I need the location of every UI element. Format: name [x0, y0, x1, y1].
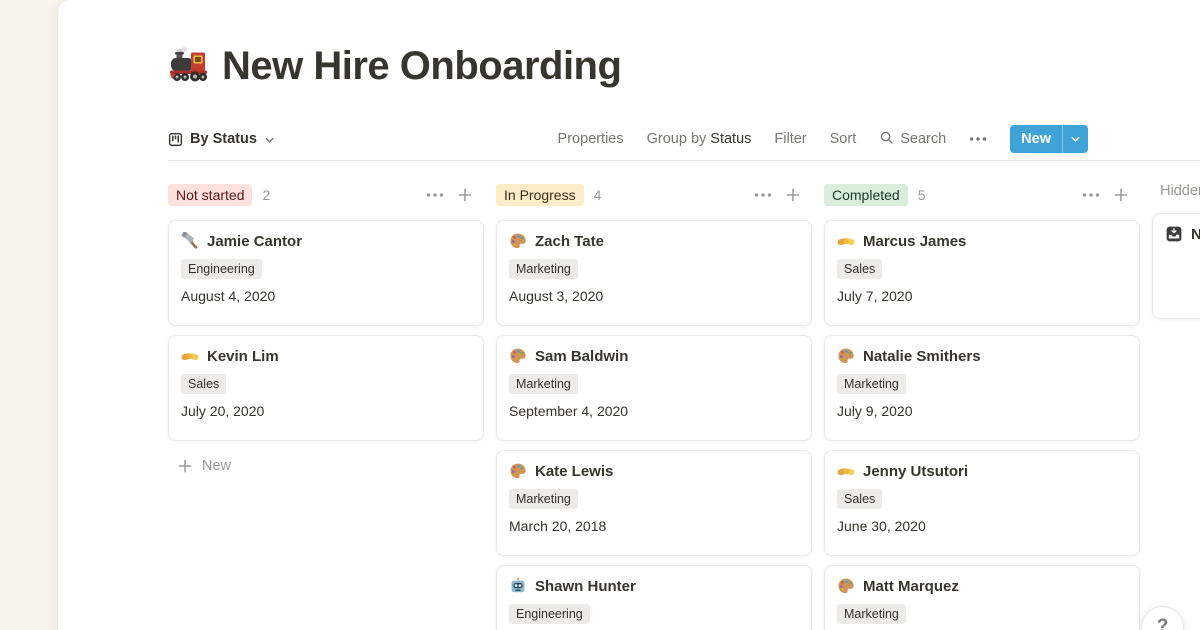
handshake-icon [181, 347, 199, 365]
start-date: June 30, 2020 [837, 518, 1127, 534]
card-marcus-james[interactable]: Marcus James Sales July 7, 2020 [824, 220, 1140, 326]
page-title[interactable]: New Hire Onboarding [222, 42, 621, 90]
department-tag: Engineering [509, 604, 590, 624]
more-options-button[interactable] [969, 136, 987, 142]
chevron-down-icon [264, 135, 275, 146]
card-zach-tate[interactable]: Zach Tate Marketing August 3, 2020 [496, 220, 812, 326]
properties-button[interactable]: Properties [558, 131, 624, 147]
department-tag: Sales [837, 489, 882, 509]
group-count: 5 [918, 187, 926, 203]
group-add-icon[interactable] [785, 187, 801, 203]
card-title: Zach Tate [535, 233, 604, 250]
notion-page-panel: New Hire Onboarding By Status Properties… [58, 0, 1200, 630]
handshake-icon [837, 232, 855, 250]
hidden-groups-toggle[interactable]: Hidden [1152, 183, 1200, 199]
department-tag: Marketing [837, 374, 906, 394]
group-badge[interactable]: Not started [168, 184, 252, 206]
department-tag: Marketing [509, 259, 578, 279]
search-icon [879, 130, 894, 149]
toolbar-divider [168, 160, 1200, 161]
add-card-button[interactable]: New [168, 458, 484, 474]
card-title: Sam Baldwin [535, 348, 628, 365]
card-title: Jenny Utsutori [863, 463, 968, 480]
view-switcher[interactable]: By Status [168, 131, 275, 147]
card-kevin-lim[interactable]: Kevin Lim Sales July 20, 2020 [168, 335, 484, 441]
group-add-icon[interactable] [1113, 187, 1129, 203]
train-icon [168, 45, 210, 87]
palette-icon [837, 577, 855, 595]
group-more-icon[interactable] [426, 192, 444, 198]
card-title: Shawn Hunter [535, 578, 636, 595]
start-date: July 7, 2020 [837, 288, 1127, 304]
palette-icon [509, 462, 527, 480]
group-add-icon[interactable] [457, 187, 473, 203]
start-date: March 20, 2018 [509, 518, 799, 534]
palette-icon [509, 232, 527, 250]
group-badge[interactable]: Completed [824, 184, 908, 206]
card-title: N [1191, 226, 1200, 243]
card-shawn-hunter[interactable]: Shawn Hunter Engineering [496, 565, 812, 630]
card-jamie-cantor[interactable]: Jamie Cantor Engineering August 4, 2020 [168, 220, 484, 326]
new-button[interactable]: New [1010, 125, 1062, 153]
filter-button[interactable]: Filter [774, 131, 806, 147]
start-date: August 3, 2020 [509, 288, 799, 304]
help-button[interactable]: ? [1141, 606, 1184, 630]
robot-icon [509, 577, 527, 595]
group-by-button[interactable]: Group byStatus [647, 131, 752, 147]
add-card-label: New [202, 458, 231, 474]
board-view-icon [168, 132, 183, 147]
sort-button[interactable]: Sort [830, 131, 857, 147]
hammer-icon [181, 232, 199, 250]
group-header: In Progress 4 [496, 183, 812, 207]
card-kate-lewis[interactable]: Kate Lewis Marketing March 20, 2018 [496, 450, 812, 556]
hidden-card[interactable]: N [1152, 213, 1200, 319]
card-title: Kate Lewis [535, 463, 613, 480]
inbox-icon [1165, 225, 1183, 243]
department-tag: Engineering [181, 259, 262, 279]
card-sam-baldwin[interactable]: Sam Baldwin Marketing September 4, 2020 [496, 335, 812, 441]
department-tag: Sales [837, 259, 882, 279]
search-button[interactable]: Search [879, 130, 946, 149]
group-header: Completed 5 [824, 183, 1140, 207]
start-date: July 20, 2020 [181, 403, 471, 419]
card-title: Marcus James [863, 233, 966, 250]
start-date: July 9, 2020 [837, 403, 1127, 419]
palette-icon [837, 347, 855, 365]
card-title: Kevin Lim [207, 348, 279, 365]
palette-icon [509, 347, 527, 365]
group-badge[interactable]: In Progress [496, 184, 584, 206]
page-header: New Hire Onboarding [168, 42, 621, 90]
board-column-not-started: Not started 2 Jamie Cantor Engineering A… [168, 183, 484, 474]
start-date: August 4, 2020 [181, 288, 471, 304]
card-title: Matt Marquez [863, 578, 959, 595]
card-title: Jamie Cantor [207, 233, 302, 250]
view-toolbar: By Status Properties Group byStatus Filt… [168, 122, 1088, 156]
group-by-value: Status [710, 131, 751, 147]
card-title: Natalie Smithers [863, 348, 981, 365]
card-jenny-utsutori[interactable]: Jenny Utsutori Sales June 30, 2020 [824, 450, 1140, 556]
new-button-group: New [1010, 125, 1088, 153]
department-tag: Marketing [837, 604, 906, 624]
group-count: 2 [262, 187, 270, 203]
board-column-in-progress: In Progress 4 Zach Tate Marketing August… [496, 183, 812, 630]
group-more-icon[interactable] [1082, 192, 1100, 198]
card-natalie-smithers[interactable]: Natalie Smithers Marketing July 9, 2020 [824, 335, 1140, 441]
group-count: 4 [594, 187, 602, 203]
group-by-prefix: Group by [647, 131, 707, 147]
department-tag: Marketing [509, 374, 578, 394]
view-name: By Status [190, 131, 257, 147]
group-header: Not started 2 [168, 183, 484, 207]
hidden-groups-section: Hidden N [1152, 183, 1200, 319]
start-date: September 4, 2020 [509, 403, 799, 419]
board-column-completed: Completed 5 Marcus James Sales July 7, 2… [824, 183, 1140, 630]
department-tag: Marketing [509, 489, 578, 509]
card-matt-marquez[interactable]: Matt Marquez Marketing [824, 565, 1140, 630]
plus-icon [177, 458, 193, 474]
new-button-chevron[interactable] [1063, 125, 1088, 153]
search-label: Search [900, 131, 946, 147]
group-more-icon[interactable] [754, 192, 772, 198]
handshake-icon [837, 462, 855, 480]
department-tag: Sales [181, 374, 226, 394]
help-label: ? [1157, 616, 1169, 630]
